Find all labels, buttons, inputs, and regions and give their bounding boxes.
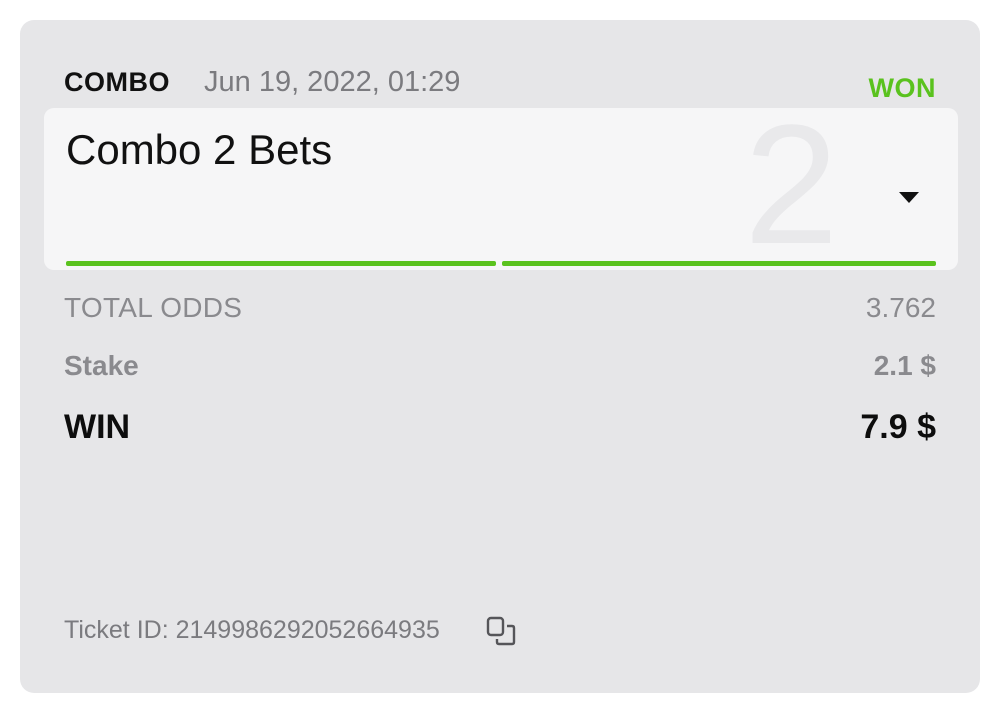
win-value: 7.9 $	[860, 408, 936, 446]
combo-title: Combo 2 Bets	[66, 126, 333, 173]
win-label: WIN	[64, 408, 131, 446]
bet-ticket-card: COMBO Jun 19, 2022, 01:29 WON 2 Combo 2 …	[20, 20, 980, 693]
status-badge: WON	[868, 73, 936, 103]
bet-type-label: COMBO	[64, 67, 170, 97]
ticket-id: Ticket ID: 2149986292052664935	[64, 616, 440, 644]
total-odds-label: TOTAL ODDS	[64, 292, 243, 323]
leg-progress-segment	[66, 261, 496, 266]
bet-date: Jun 19, 2022, 01:29	[204, 66, 461, 98]
combo-bets-dropdown[interactable]: 2 Combo 2 Bets	[44, 108, 958, 270]
stake-value: 2.1 $	[873, 350, 936, 381]
leg-progress-segment	[502, 261, 936, 266]
caret-down-icon[interactable]	[899, 192, 919, 203]
total-odds-value: 3.762	[865, 292, 936, 323]
stake-label: Stake	[64, 350, 139, 381]
ticket-header: COMBO Jun 19, 2022, 01:29 WON	[64, 60, 936, 104]
copy-icon[interactable]	[486, 616, 518, 646]
bet-count-watermark: 2	[744, 108, 839, 270]
